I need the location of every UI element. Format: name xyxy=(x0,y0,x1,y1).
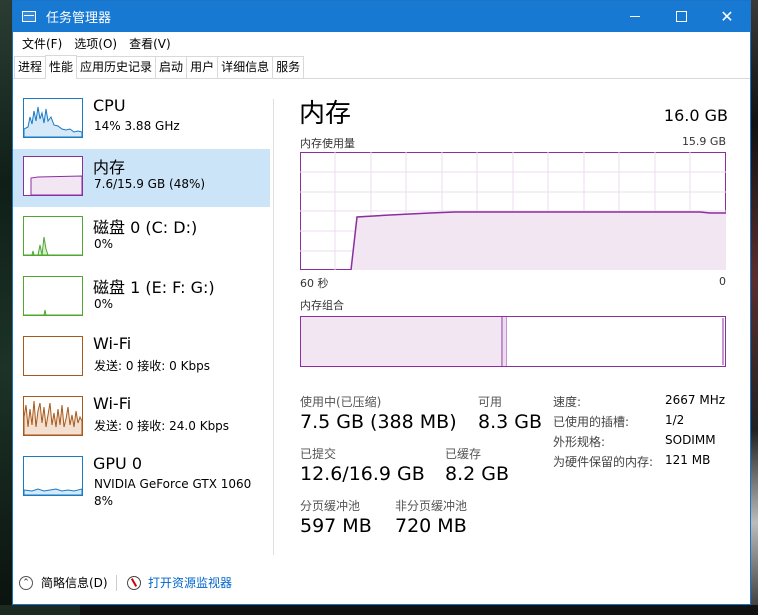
committed-value: 12.6/16.9 GB xyxy=(300,463,425,485)
minimize-icon xyxy=(630,16,640,17)
available-value: 8.3 GB xyxy=(478,411,543,433)
menu-file[interactable]: 文件(F) xyxy=(16,35,68,52)
hardware-reserved-value: 121 MB xyxy=(665,453,711,467)
memory-thumbnail xyxy=(23,156,83,196)
resource-item-cpu[interactable]: CPU 14% 3.88 GHz xyxy=(13,91,270,149)
resource-detail: 0% xyxy=(94,297,114,311)
task-manager-window: 任务管理器 ✕ 文件(F) 选项(O) 查看(V) 进程 性能 应用历史记录 启… xyxy=(12,0,751,605)
tab-startup[interactable]: 启动 xyxy=(155,56,188,78)
usage-label: 内存使用量 xyxy=(300,137,355,150)
resource-name: 磁盘 0 (C: D:) xyxy=(93,218,198,237)
cpu-thumbnail xyxy=(23,98,83,138)
tab-app-history[interactable]: 应用历史记录 xyxy=(76,56,157,78)
menu-view[interactable]: 查看(V) xyxy=(123,35,177,52)
tab-performance[interactable]: 性能 xyxy=(45,55,78,79)
resource-list: CPU 14% 3.88 GHz 内存 7.6/15.9 GB (48%) 磁盘… xyxy=(13,79,271,559)
footer-separator xyxy=(116,575,117,591)
tab-strip: 进程 性能 应用历史记录 启动 用户 详细信息 服务 xyxy=(13,54,750,79)
resource-item-gpu[interactable]: GPU 0 NVIDIA GeForce GTX 1060 8% xyxy=(13,449,270,508)
resource-name: 内存 xyxy=(93,158,126,177)
nonpaged-pool-label: 非分页缓冲池 xyxy=(395,499,468,513)
resource-name: CPU xyxy=(93,96,126,115)
speed-value: 2667 MHz xyxy=(665,393,726,407)
footer: ⌃ 简略信息(D) 打开资源监视器 xyxy=(13,566,750,604)
gpu-thumbnail xyxy=(23,456,83,496)
resource-name: Wi-Fi xyxy=(93,394,132,413)
tab-users[interactable]: 用户 xyxy=(186,56,219,78)
memory-composition-chart xyxy=(300,316,726,367)
resource-detail: NVIDIA GeForce GTX 1060 xyxy=(94,477,252,491)
menu-bar: 文件(F) 选项(O) 查看(V) xyxy=(13,32,750,54)
resource-item-disk1[interactable]: 磁盘 1 (E: F: G:) 0% xyxy=(13,269,270,327)
composition-label: 内存组合 xyxy=(300,299,344,312)
chevron-up-icon: ⌃ xyxy=(19,575,33,590)
title-bar[interactable]: 任务管理器 ✕ xyxy=(13,1,750,32)
in-use-segment xyxy=(301,317,502,366)
resource-detail: 7.6/15.9 GB (48%) xyxy=(94,177,206,191)
window-title: 任务管理器 xyxy=(46,11,112,26)
tab-details[interactable]: 详细信息 xyxy=(217,56,274,78)
wifi2-thumbnail xyxy=(23,396,83,436)
available-label: 可用 xyxy=(478,395,503,409)
disk1-thumbnail xyxy=(23,276,83,316)
resource-item-memory[interactable]: 内存 7.6/15.9 GB (48%) xyxy=(13,149,270,207)
maximize-button[interactable] xyxy=(658,1,704,32)
task-manager-icon xyxy=(22,10,38,24)
minimize-button[interactable] xyxy=(612,1,658,32)
resource-detail: 发送: 0 接收: 24.0 Kbps xyxy=(94,419,230,433)
resource-name: GPU 0 xyxy=(93,454,143,473)
resource-detail: 14% 3.88 GHz xyxy=(94,119,180,133)
desktop-background-right xyxy=(751,0,758,615)
wifi1-thumbnail xyxy=(23,336,83,376)
cached-label: 已缓存 xyxy=(445,447,482,461)
speed-label: 速度: xyxy=(553,395,582,409)
axis-left-label: 60 秒 xyxy=(300,277,329,290)
committed-label: 已提交 xyxy=(300,447,337,461)
tab-services[interactable]: 服务 xyxy=(272,56,305,78)
paged-pool-label: 分页缓冲池 xyxy=(300,499,361,513)
memory-usage-chart xyxy=(300,152,726,270)
desktop-background-left xyxy=(0,0,12,615)
open-resource-monitor-label: 打开资源监视器 xyxy=(148,576,233,590)
nonpaged-pool-value: 720 MB xyxy=(395,515,467,537)
paged-pool-value: 597 MB xyxy=(300,515,372,537)
maximize-icon xyxy=(675,11,687,22)
fewer-details-button[interactable]: ⌃ 简略信息(D) xyxy=(19,574,108,591)
resource-item-wifi-2[interactable]: Wi-Fi 发送: 0 接收: 24.0 Kbps xyxy=(13,389,270,447)
in-use-value: 7.5 GB (388 MB) xyxy=(300,411,457,433)
usage-max: 15.9 GB xyxy=(681,135,726,148)
fewer-details-label: 简略信息(D) xyxy=(41,576,108,590)
resource-detail: 0% xyxy=(94,237,114,251)
resource-detail: 发送: 0 接收: 0 Kbps xyxy=(94,359,210,373)
close-icon: ✕ xyxy=(720,6,734,26)
in-use-label: 使用中(已压缩) xyxy=(300,395,382,409)
resource-name: Wi-Fi xyxy=(93,334,132,353)
open-resource-monitor-link[interactable]: 打开资源监视器 xyxy=(127,574,232,591)
memory-detail-panel: 内存 16.0 GB 内存使用量 15.9 GB 60 秒 0 内存组合 使用中… xyxy=(274,79,752,559)
tab-processes[interactable]: 进程 xyxy=(14,56,47,78)
disk0-thumbnail xyxy=(23,216,83,256)
slots-value: 1/2 xyxy=(665,413,685,427)
resource-item-disk0[interactable]: 磁盘 0 (C: D:) 0% xyxy=(13,209,270,267)
form-factor-label: 外形规格: xyxy=(553,435,606,449)
hardware-reserved-label: 为硬件保留的内存: xyxy=(553,455,654,469)
close-button[interactable]: ✕ xyxy=(704,1,750,32)
total-memory: 16.0 GB xyxy=(663,106,728,125)
menu-options[interactable]: 选项(O) xyxy=(68,35,123,52)
slots-label: 已使用的插槽: xyxy=(553,415,630,429)
form-factor-value: SODIMM xyxy=(665,433,716,447)
resource-monitor-icon xyxy=(127,575,141,590)
resource-detail-2: 8% xyxy=(94,494,114,508)
desktop-background-bottom xyxy=(0,605,758,615)
cached-value: 8.2 GB xyxy=(445,463,510,485)
page-title: 内存 xyxy=(299,99,352,129)
resource-name: 磁盘 1 (E: F: G:) xyxy=(93,278,215,297)
axis-right-label: 0 xyxy=(719,275,726,288)
resource-item-wifi-1[interactable]: Wi-Fi 发送: 0 接收: 0 Kbps xyxy=(13,329,270,387)
